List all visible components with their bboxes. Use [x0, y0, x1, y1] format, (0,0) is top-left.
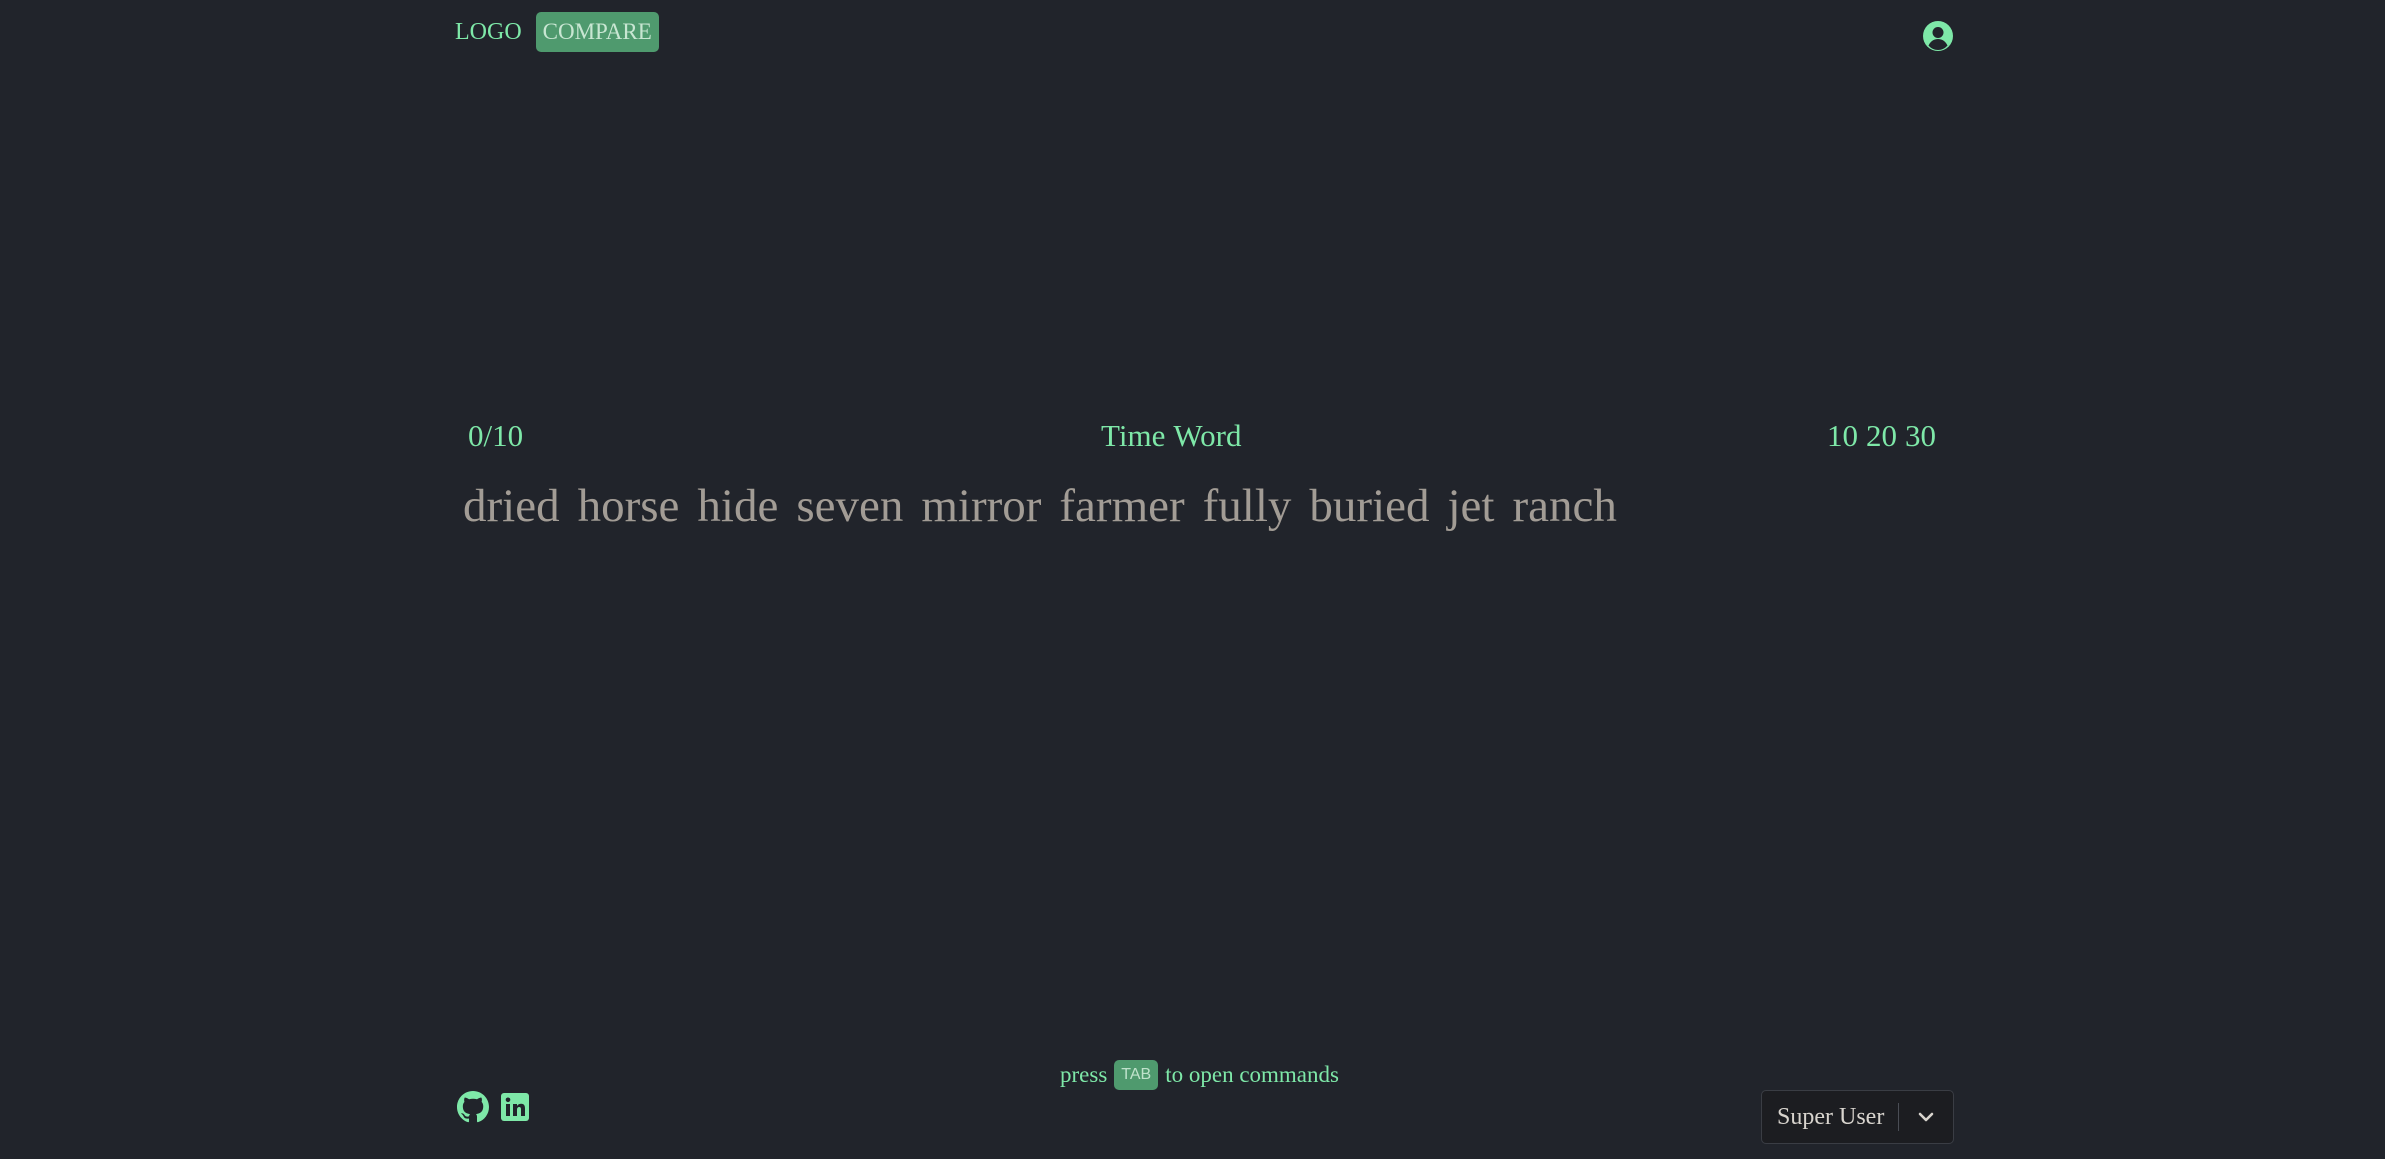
- user-circle-icon[interactable]: [1922, 20, 1954, 52]
- word: horse: [577, 480, 680, 532]
- linkedin-icon[interactable]: [499, 1091, 531, 1123]
- test-stats-row: 0/10 Time Word 10 20 30: [468, 418, 1936, 462]
- hint-suffix: to open commands: [1165, 1062, 1339, 1087]
- word: fully: [1202, 480, 1292, 532]
- word: ranch: [1512, 480, 1617, 532]
- length-30[interactable]: 30: [1905, 418, 1936, 454]
- word: farmer: [1059, 480, 1185, 532]
- length-20[interactable]: 20: [1866, 418, 1897, 454]
- word-progress: 0/10: [468, 418, 524, 453]
- mode-time[interactable]: Time: [1101, 418, 1165, 454]
- command-hint: press TAB to open commands: [1060, 1060, 1339, 1090]
- logo-link[interactable]: LOGO: [455, 12, 522, 52]
- github-icon[interactable]: [457, 1091, 489, 1123]
- header: LOGO COMPARE: [455, 12, 659, 52]
- word: seven: [796, 480, 904, 532]
- word: dried: [463, 480, 560, 532]
- user-select-value: Super User: [1777, 1103, 1885, 1130]
- tab-key-badge: TAB: [1114, 1060, 1159, 1090]
- social-links: [457, 1091, 531, 1123]
- word-list[interactable]: dried horse hide seven mirror farmer ful…: [463, 476, 1617, 536]
- word: jet: [1447, 480, 1495, 532]
- length-10[interactable]: 10: [1827, 418, 1858, 454]
- word: hide: [697, 480, 779, 532]
- length-selector: 10 20 30: [1827, 418, 1936, 454]
- mode-selector: Time Word: [1101, 418, 1241, 454]
- word: mirror: [921, 480, 1042, 532]
- hint-prefix: press: [1060, 1062, 1108, 1087]
- user-select[interactable]: Super User: [1761, 1090, 1954, 1144]
- compare-button[interactable]: COMPARE: [535, 12, 659, 52]
- chevron-down-icon[interactable]: [1899, 1091, 1953, 1143]
- typing-test-page: LOGO COMPARE 0/10 Time Word 10 20 30 dri…: [0, 0, 2385, 1159]
- mode-word[interactable]: Word: [1173, 418, 1241, 454]
- word: buried: [1309, 480, 1430, 532]
